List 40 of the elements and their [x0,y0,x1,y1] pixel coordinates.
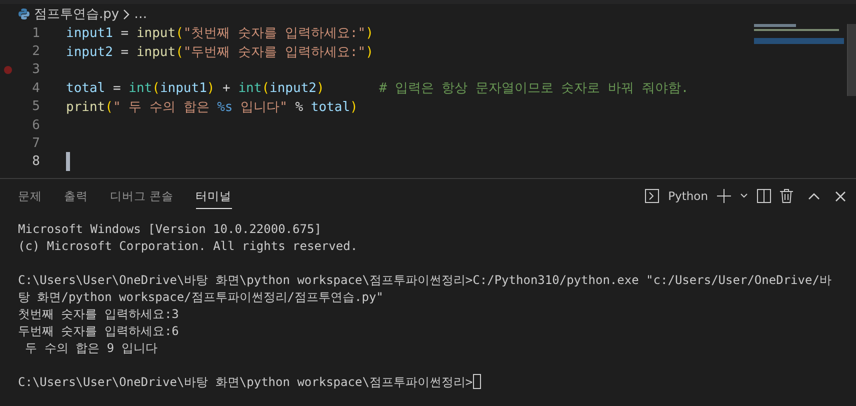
panel-tab[interactable]: 출력 [64,184,88,208]
text-cursor [66,152,70,172]
chevron-down-icon[interactable] [740,193,748,199]
panel-tab[interactable]: 디버그 콘솔 [110,184,174,208]
breakpoint-dot[interactable] [4,66,12,74]
terminal-line: 탕 화면/python workspace/점프투파이썬정리/점프투연습.py" [18,290,384,304]
trash-icon[interactable] [780,189,793,203]
line-number: 1 [31,26,40,41]
terminal-line: 두번째 숫자를 입력하세요:6 [18,324,179,338]
line-number: 3 [31,62,40,78]
terminal-line: (c) Microsoft Corporation. All rights reserved. [18,239,358,253]
terminal-name[interactable]: Python [668,189,708,203]
split-icon[interactable] [757,189,771,203]
breadcrumb-file[interactable]: 점프투연습.py [34,5,120,23]
line-number: 4 [31,80,40,96]
breadcrumb-more[interactable]: … [134,6,148,22]
plus-icon[interactable] [717,189,731,203]
terminal-line: C:\Users\User\OneDrive\바탕 화면\python workspace\점프투파이썬정리>C:/Python310/python.exe "c:/Users/User/OneDrive/바 [18,273,832,287]
terminal-line: 첫번째 숫자를 입력하세요:3 [18,307,179,321]
close-icon[interactable] [835,190,846,202]
terminal-line: Microsoft Windows [Version 10.0.22000.675] [18,222,322,236]
line-number: 8 [31,154,40,170]
code-line: total = int(input1) + int(input2) # 입력은 항상 문자열이므로 숫자로 바꿔 줘야함. [66,80,689,98]
chevron-right-icon [123,8,130,20]
panel-tab[interactable]: 터미널 [196,184,232,208]
code-line: input1 = input("첫번째 숫자를 입력하세요:") [66,25,374,42]
code-line: input2 = input("두번째 숫자를 입력하세요:") [66,44,374,61]
panel-tab[interactable]: 문제 [18,184,42,208]
scrollbar[interactable] [847,24,856,96]
python-file-icon [18,8,30,20]
terminal-line: C:\Users\User\OneDrive\바탕 화면\python workspace\점프투파이썬정리> [18,375,473,389]
terminal-icon[interactable] [645,189,660,203]
line-number: 7 [31,136,40,152]
line-number: 2 [31,44,40,60]
terminal-cursor [472,374,481,389]
terminal-line: 두 수의 합은 9 입니다 [24,341,158,355]
line-number: 6 [31,118,40,133]
line-number: 5 [31,99,40,114]
code-line: print(" 두 수의 합은 %s 입니다" % total) [66,98,358,116]
chevron-up-icon[interactable] [808,192,820,200]
